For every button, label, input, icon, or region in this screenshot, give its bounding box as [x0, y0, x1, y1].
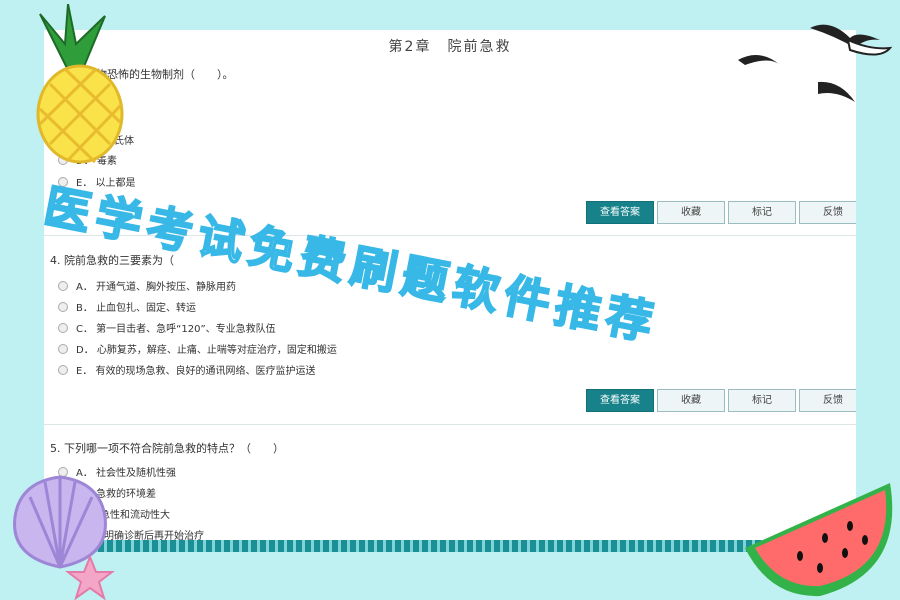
feedback-button[interactable]: 反馈 [799, 201, 856, 224]
view-answer-button[interactable]: 查看答案 [586, 201, 654, 224]
pineapple-icon [36, 4, 124, 164]
seashell-icon [13, 475, 115, 600]
seagull-icon [738, 24, 893, 102]
collect-button[interactable]: 收藏 [657, 201, 725, 224]
mark-button[interactable]: 标记 [728, 201, 796, 224]
